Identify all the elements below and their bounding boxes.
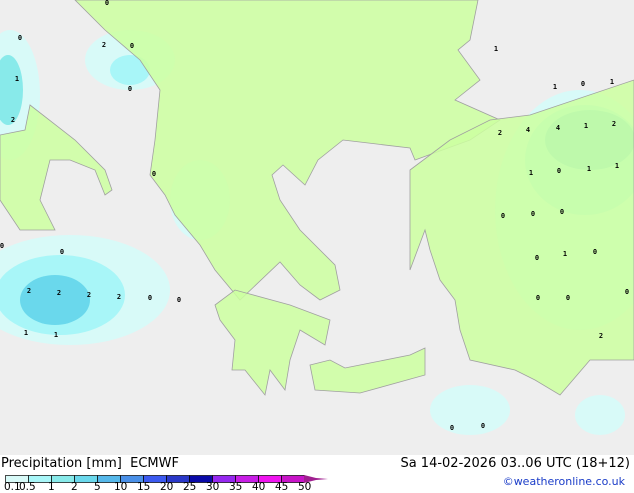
legend-tick: 10 xyxy=(114,481,128,493)
precip-value-label: 0 xyxy=(625,288,629,296)
chart-title: Precipitation [mm] ECMWF xyxy=(1,456,179,471)
legend-tick: 5 xyxy=(94,481,101,493)
precip-value-label: 1 xyxy=(529,169,533,177)
precip-value-label: 0 xyxy=(18,34,22,42)
precip-value-label: 1 xyxy=(494,45,498,53)
precip-value-label: 0 xyxy=(536,294,540,302)
precip-value-label: 0 xyxy=(130,42,134,50)
precip-value-label: 0 xyxy=(566,294,570,302)
precip-value-label: 0 xyxy=(128,85,132,93)
legend-tick: 40 xyxy=(252,481,266,493)
legend-tick: 2 xyxy=(71,481,78,493)
precip-value-label: 2 xyxy=(102,41,106,49)
precip-value-label: 2 xyxy=(87,291,91,299)
precip-value-label: 0 xyxy=(148,294,152,302)
precip-value-label: 0 xyxy=(581,80,585,88)
precip-value-label: 0 xyxy=(557,167,561,175)
precip-value-label: 0 xyxy=(177,296,181,304)
precip-value-label: 1 xyxy=(553,83,557,91)
precip-value-label: 2 xyxy=(57,289,61,297)
precip-value-label: 1 xyxy=(587,165,591,173)
precip-value-label: 0 xyxy=(481,422,485,430)
precip-value-label: 1 xyxy=(15,75,19,83)
precip-value-label: 0 xyxy=(450,424,454,432)
valid-time: Sa 14-02-2026 03..06 UTC (18+12) xyxy=(400,456,630,471)
precip-value-label: 2 xyxy=(498,129,502,137)
precip-value-label: 0 xyxy=(152,170,156,178)
precip-value-label: 0 xyxy=(105,0,109,7)
legend-tick: 0.5 xyxy=(19,481,36,493)
precip-value-label: 2 xyxy=(27,287,31,295)
precip-value-label: 0 xyxy=(531,210,535,218)
legend-tick: 30 xyxy=(206,481,220,493)
precip-value-label: 4 xyxy=(556,124,560,132)
legend-tick: 15 xyxy=(137,481,151,493)
precip-value-label: 0 xyxy=(593,248,597,256)
precip-value-label: 1 xyxy=(54,331,58,339)
legend-tick: 35 xyxy=(229,481,243,493)
precip-value-label: 0 xyxy=(60,248,64,256)
precip-value-label: 1 xyxy=(584,122,588,130)
precip-value-label: 2 xyxy=(11,116,15,124)
precip-value-label: 1 xyxy=(610,78,614,86)
precip-value-label: 2 xyxy=(599,332,603,340)
precip-value-label: 1 xyxy=(615,162,619,170)
precip-value-label: 2 xyxy=(612,120,616,128)
precip-value-label: 0 xyxy=(0,242,4,250)
precip-value-label: 2 xyxy=(117,293,121,301)
precipitation-map: 0 0 2 0 0 1 2 0 2 2 2 2 0 0 1 1 0 0 1 1 0 1 2 4 4 1 2 1 0 1 1 0 0 0 1 0 0 0 0 2… xyxy=(0,0,634,455)
legend-tick: 1 xyxy=(48,481,55,493)
legend-tick: 45 xyxy=(275,481,289,493)
precip-value-label: 0 xyxy=(535,254,539,262)
precip-value-label: 4 xyxy=(526,126,530,134)
legend-tick: 25 xyxy=(183,481,197,493)
credit-link[interactable]: ©weatheronline.co.uk xyxy=(503,475,625,488)
legend-tick: 20 xyxy=(160,481,174,493)
legend-tick: 50 xyxy=(298,481,312,493)
precip-value-label: 1 xyxy=(563,250,567,258)
precip-value-label: 0 xyxy=(501,212,505,220)
precip-value-label: 1 xyxy=(24,329,28,337)
precip-value-label: 0 xyxy=(560,208,564,216)
